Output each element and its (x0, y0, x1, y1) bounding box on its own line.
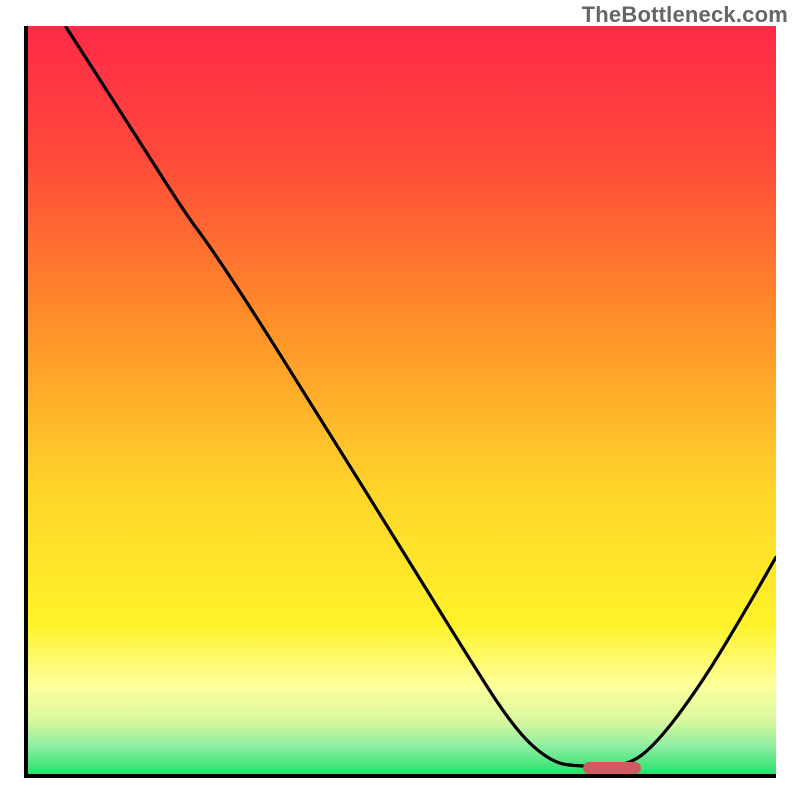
chart-plot-area (24, 26, 776, 778)
bottleneck-curve (28, 26, 776, 774)
watermark-text: TheBottleneck.com (582, 2, 788, 28)
optimal-marker (583, 762, 641, 774)
curve-path (65, 26, 776, 767)
